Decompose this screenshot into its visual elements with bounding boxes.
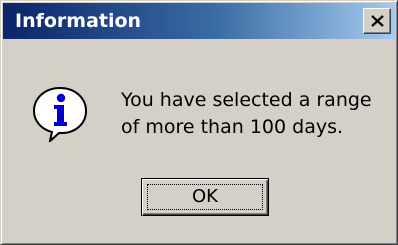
close-button[interactable]: [363, 8, 391, 34]
info-icon: [32, 86, 88, 142]
ok-button[interactable]: OK: [141, 178, 269, 216]
message-text: You have selected a range of more than 1…: [121, 87, 391, 141]
ok-button-label: OK: [192, 186, 218, 207]
close-icon: [371, 15, 384, 27]
title-bar[interactable]: Information: [3, 3, 395, 39]
message-line-1: You have selected a range: [121, 89, 372, 111]
window-title: Information: [15, 10, 142, 32]
information-dialog: Information You have selected a range of…: [0, 0, 398, 245]
message-line-2: of more than 100 days.: [121, 116, 344, 138]
